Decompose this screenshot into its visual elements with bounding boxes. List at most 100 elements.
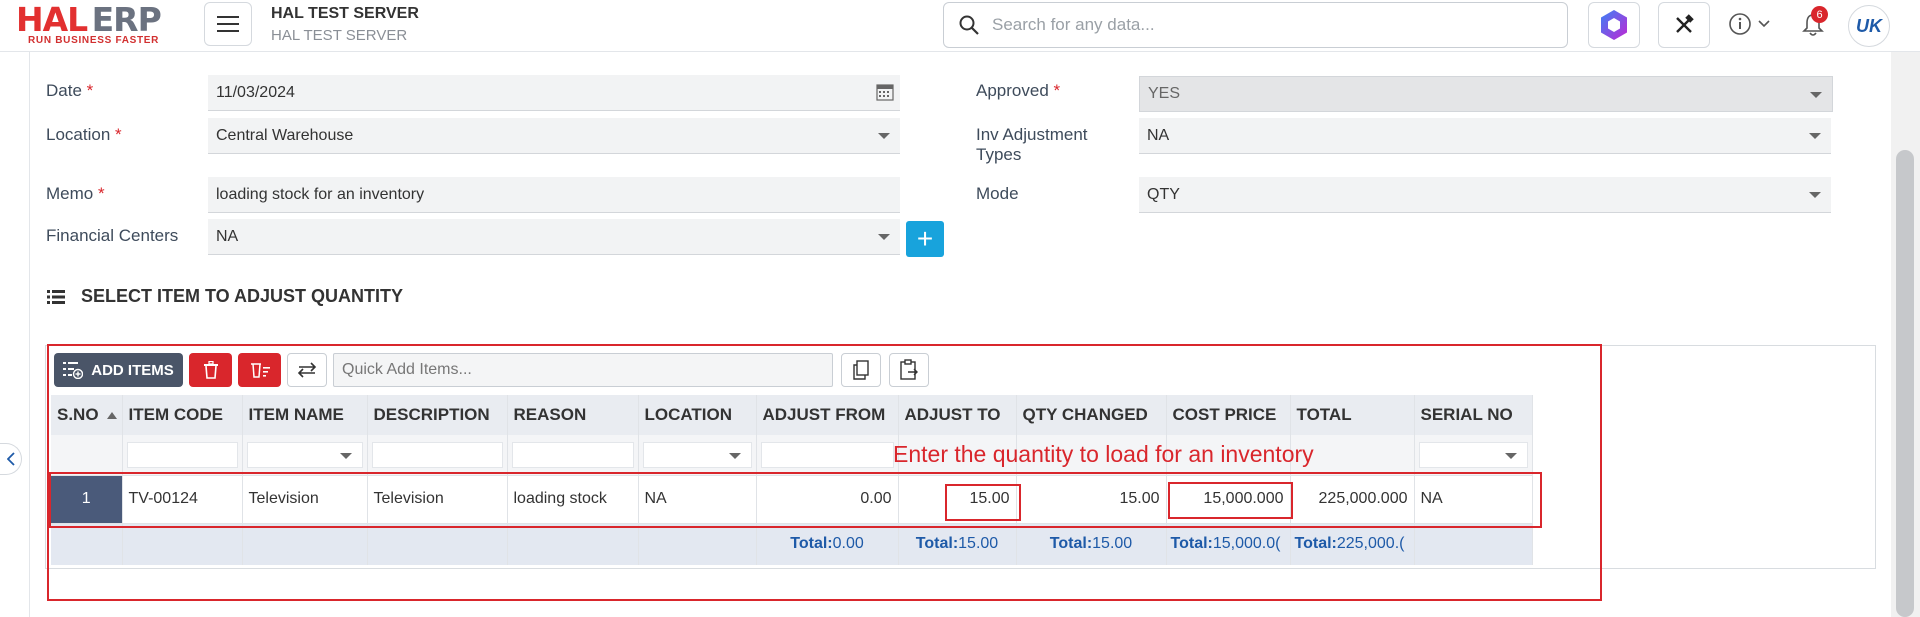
add-items-button[interactable]: ADD ITEMS xyxy=(54,353,183,387)
mode-select[interactable]: QTY xyxy=(1139,177,1831,213)
column-header-description[interactable]: DESCRIPTION xyxy=(367,395,508,435)
copy-icon xyxy=(853,360,869,380)
help-menu[interactable] xyxy=(1728,12,1770,36)
search-icon xyxy=(959,15,979,35)
approved-select[interactable]: YES xyxy=(1139,76,1833,112)
list-icon xyxy=(47,289,65,304)
location-value: Central Warehouse xyxy=(216,126,354,144)
filter-cell xyxy=(367,435,508,475)
totals-cell xyxy=(507,523,639,565)
location-label: Location * xyxy=(46,125,122,144)
global-search[interactable] xyxy=(943,2,1568,48)
cell-adjust-from[interactable]: 0.00 xyxy=(756,474,899,524)
hamburger-menu-button[interactable] xyxy=(204,2,252,46)
cell-serial-no[interactable]: NA xyxy=(1414,474,1533,524)
filter-item-code[interactable] xyxy=(126,441,238,468)
filter-adjust-from[interactable] xyxy=(760,441,894,468)
cell-location[interactable]: NA xyxy=(638,474,757,524)
column-header-reason[interactable]: REASON xyxy=(507,395,639,435)
info-icon xyxy=(1729,13,1751,35)
total-cost-price: Total:15,000.0( xyxy=(1166,523,1291,565)
totals-cell xyxy=(638,523,757,565)
column-header-item-name[interactable]: ITEM NAME xyxy=(242,395,368,435)
dropdown-caret-icon xyxy=(1809,192,1821,198)
grid-toolbar: ADD ITEMS xyxy=(54,353,929,387)
total-adjust-from: Total:0.00 xyxy=(756,523,899,565)
column-header-item-code[interactable]: ITEM CODE xyxy=(122,395,243,435)
totals-cell xyxy=(122,523,243,565)
filter-description[interactable] xyxy=(371,441,503,468)
date-label: Date * xyxy=(46,81,94,100)
financial-centers-label: Financial Centers xyxy=(46,226,179,245)
add-items-label: ADD ITEMS xyxy=(91,361,174,379)
column-header-sno[interactable]: S.NO xyxy=(51,395,123,435)
search-input[interactable] xyxy=(992,15,1552,35)
column-header-total[interactable]: TOTAL xyxy=(1290,395,1415,435)
user-avatar[interactable]: UK xyxy=(1848,5,1890,47)
totals-cell xyxy=(367,523,508,565)
logo-erp: ERP xyxy=(91,0,162,39)
quick-add-input[interactable] xyxy=(334,354,832,386)
cell-adjust-to[interactable]: 15.00 xyxy=(898,474,1017,524)
sort-asc-icon xyxy=(106,412,117,420)
filter-reason[interactable] xyxy=(511,441,634,468)
scrollbar-thumb[interactable] xyxy=(1896,150,1914,617)
calendar-icon[interactable] xyxy=(876,83,894,101)
column-header-location[interactable]: LOCATION xyxy=(638,395,757,435)
delete-row-button[interactable] xyxy=(189,353,232,387)
cell-item-name[interactable]: Television xyxy=(242,474,368,524)
date-value: 11/03/2024 xyxy=(216,83,295,101)
filter-item-name[interactable] xyxy=(246,441,363,468)
dropdown-caret-icon xyxy=(878,133,890,139)
inv-adjustment-types-label: Inv Adjustment Types xyxy=(976,125,1088,164)
server-title: HAL TEST SERVER xyxy=(271,5,419,22)
location-select[interactable]: Central Warehouse xyxy=(208,118,900,154)
total-qty-changed: Total:15.00 xyxy=(1016,523,1167,565)
cell-total[interactable]: 225,000.000 xyxy=(1290,474,1415,524)
dropdown-caret-icon xyxy=(878,234,890,240)
column-header-adjust-to[interactable]: ADJUST TO xyxy=(898,395,1017,435)
totals-row: Total:0.00 Total:15.00 Total:15.00 Total… xyxy=(51,523,1533,565)
cell-cost-price[interactable]: 15,000.000 xyxy=(1166,474,1291,524)
table-row[interactable]: 1 TV-00124 Television Television loading… xyxy=(51,474,1533,524)
table-header-row: S.NO ITEM CODE ITEM NAME DESCRIPTION REA… xyxy=(51,395,1533,435)
filter-cell xyxy=(638,435,757,475)
cell-qty-changed[interactable]: 15.00 xyxy=(1016,474,1167,524)
cell-sno[interactable]: 1 xyxy=(51,474,123,524)
financial-centers-select[interactable]: NA xyxy=(208,219,900,255)
app-launcher-button[interactable] xyxy=(1588,2,1640,48)
add-financial-center-button[interactable]: + xyxy=(906,221,944,257)
delete-all-button[interactable] xyxy=(238,353,281,387)
swap-button[interactable] xyxy=(287,353,327,387)
memo-value: loading stock for an inventory xyxy=(216,185,425,203)
totals-cell xyxy=(1414,523,1533,565)
copy-button[interactable] xyxy=(841,353,881,387)
hexagon-app-icon xyxy=(1601,10,1627,40)
app-logo[interactable]: HAL ERP RUN BUSINESS FASTER xyxy=(16,0,186,47)
dropdown-caret-icon xyxy=(1810,92,1822,98)
cell-reason[interactable]: loading stock xyxy=(507,474,639,524)
server-info: HAL TEST SERVER HAL TEST SERVER xyxy=(271,5,419,44)
logo-tagline: RUN BUSINESS FASTER xyxy=(28,35,160,46)
dropdown-caret-icon xyxy=(1504,452,1517,459)
filter-cell xyxy=(122,435,243,475)
column-header-adjust-from[interactable]: ADJUST FROM xyxy=(756,395,899,435)
paste-button[interactable] xyxy=(889,353,929,387)
date-field[interactable]: 11/03/2024 xyxy=(208,75,900,111)
section-header: SELECT ITEM TO ADJUST QUANTITY xyxy=(47,286,403,307)
total-total: Total:225,000.( xyxy=(1290,523,1415,565)
cell-description[interactable]: Television xyxy=(367,474,508,524)
column-header-serial-no[interactable]: SERIAL NO xyxy=(1414,395,1533,435)
filter-location[interactable] xyxy=(642,441,752,468)
tools-icon xyxy=(1676,14,1694,33)
inv-adjustment-types-select[interactable]: NA xyxy=(1139,118,1831,154)
column-header-cost-price[interactable]: COST PRICE xyxy=(1166,395,1291,435)
quick-add-items[interactable] xyxy=(333,353,833,387)
filter-serial-no[interactable] xyxy=(1418,441,1528,468)
chevron-left-icon xyxy=(6,452,15,466)
column-header-qty-changed[interactable]: QTY CHANGED xyxy=(1016,395,1167,435)
cell-item-code[interactable]: TV-00124 xyxy=(122,474,243,524)
totals-cell xyxy=(242,523,368,565)
memo-field[interactable]: loading stock for an inventory xyxy=(208,177,900,213)
tools-button[interactable] xyxy=(1658,2,1710,48)
